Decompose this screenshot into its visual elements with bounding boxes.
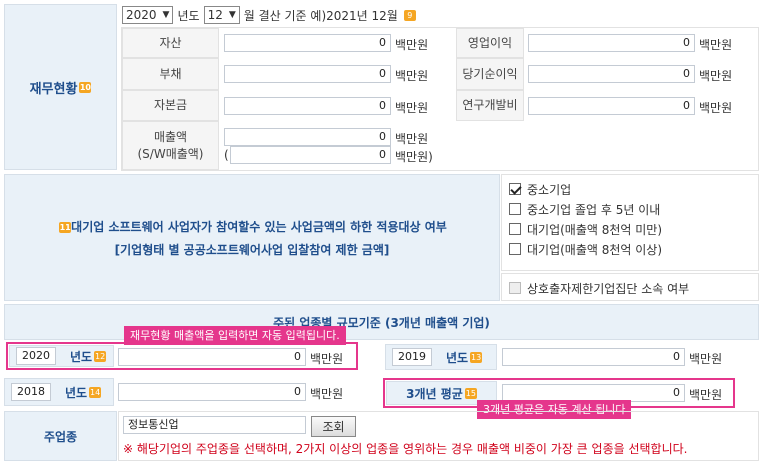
checkbox-checked-icon[interactable] — [509, 183, 521, 195]
year-2020-field: 2020 — [16, 347, 56, 365]
sales-2019-input[interactable]: 0 — [502, 348, 685, 366]
asset-input[interactable]: 0 — [224, 34, 391, 52]
sales-2018-input[interactable]: 0 — [118, 383, 306, 401]
sales-label: 매출액 (S/W매출액) — [122, 121, 219, 170]
option-sme-graduated[interactable]: 중소기업 졸업 후 5년 이내 — [509, 199, 758, 219]
company-type-options: 중소기업 중소기업 졸업 후 5년 이내 대기업(매출액 8천억 미만) 대기업… — [501, 174, 759, 271]
month-select[interactable]: 12 ▼ — [203, 6, 240, 24]
unit-label: 백만원) — [395, 150, 433, 164]
liability-label: 부채 — [122, 58, 219, 90]
year-select[interactable]: 2020 ▼ — [122, 6, 174, 24]
unit-label: 백만원 — [395, 101, 429, 115]
operating-profit-label: 영업이익 — [456, 28, 524, 58]
rnd-expense-input[interactable]: 0 — [528, 97, 695, 115]
mutual-investment-row: 상호출자제한기업집단 소속 여부 — [501, 273, 759, 301]
sw-sales-input[interactable]: 0 — [230, 146, 391, 164]
liability-input[interactable]: 0 — [224, 65, 391, 83]
capital-label: 자본금 — [122, 90, 219, 121]
operating-profit-input[interactable]: 0 — [528, 34, 695, 52]
year-2019-label: 2019 년도 13 — [385, 344, 497, 370]
info-badge: 14 — [89, 386, 102, 398]
asset-label: 자산 — [122, 28, 219, 58]
checkbox-icon[interactable] — [509, 203, 521, 215]
chevron-down-icon: ▼ — [228, 10, 236, 20]
unit-label: 백만원 — [310, 352, 344, 366]
scale-section-title: 주된 업종별 규모기준 (3개년 매출액 기업) — [4, 304, 759, 340]
info-badge: 10 — [79, 81, 92, 93]
unit-label: 백만원 — [699, 69, 733, 83]
unit-label: 백만원 — [689, 388, 723, 402]
year-2019-field: 2019 — [392, 348, 432, 366]
unit-label: 백만원 — [689, 352, 723, 366]
unit-label: 백만원 — [699, 38, 733, 52]
net-income-input[interactable]: 0 — [528, 65, 695, 83]
info-badge: 12 — [94, 350, 107, 362]
year-2018-label: 2018 년도 14 — [4, 378, 114, 406]
sales-input[interactable]: 0 — [224, 128, 391, 146]
unit-label: 백만원 — [395, 132, 429, 146]
info-badge: 11 — [59, 221, 72, 233]
year-suffix: 년도 — [177, 8, 200, 23]
rnd-expense-label: 연구개발비 — [456, 90, 524, 121]
unit-label: 백만원 — [310, 387, 344, 401]
limit-section-label: 11대기업 소프트웨어 사업자가 참여할수 있는 사업금액의 하한 적용대상 여… — [4, 174, 500, 301]
limit-subtitle: [기업형태 별 공공소프트웨어사업 입찰참여 제한 금액] — [114, 242, 390, 257]
fiscal-period-row: 2020 ▼ 년도 12 ▼ 월 결산 기준 예)2021년 12월 9 — [122, 6, 416, 24]
year-2020-label: 2020 년도 12 — [9, 345, 114, 367]
industry-label: 주업종 — [4, 411, 117, 461]
month-suffix: 월 결산 기준 예)2021년 12월 — [243, 8, 398, 23]
chevron-down-icon: ▼ — [162, 10, 170, 20]
lookup-button[interactable]: 조회 — [311, 416, 356, 437]
year-2018-field: 2018 — [11, 383, 51, 401]
unit-label: 백만원 — [699, 101, 733, 115]
option-sme[interactable]: 중소기업 — [509, 179, 758, 199]
info-badge: 15 — [464, 387, 477, 399]
option-mutual-investment[interactable]: 상호출자제한기업집단 소속 여부 — [509, 278, 758, 298]
checkbox-icon[interactable] — [509, 243, 521, 255]
unit-label: 백만원 — [395, 69, 429, 83]
net-income-label: 당기순이익 — [456, 58, 524, 90]
info-badge: 9 — [403, 9, 416, 21]
checkbox-disabled-icon[interactable] — [509, 282, 521, 294]
industry-notice: ※ 해당기업의 주업종을 선택하며, 2가지 이상의 업종을 영위하는 경우 매… — [123, 442, 688, 456]
checkbox-icon[interactable] — [509, 223, 521, 235]
unit-label: 백만원 — [395, 38, 429, 52]
industry-input[interactable]: 정보통신업 — [123, 416, 306, 434]
paren-open: ( — [224, 148, 229, 162]
financial-section-label: 재무현황 10 — [4, 4, 117, 170]
option-large-under-800b[interactable]: 대기업(매출액 8천억 미만) — [509, 219, 758, 239]
option-large-over-800b[interactable]: 대기업(매출액 8천억 이상) — [509, 239, 758, 259]
sales-2020-input[interactable]: 0 — [118, 348, 306, 366]
info-badge: 13 — [470, 351, 483, 363]
capital-input[interactable]: 0 — [224, 97, 391, 115]
limit-title: 대기업 소프트웨어 사업자가 참여할수 있는 사업금액의 하한 적용대상 여부 — [71, 219, 447, 234]
